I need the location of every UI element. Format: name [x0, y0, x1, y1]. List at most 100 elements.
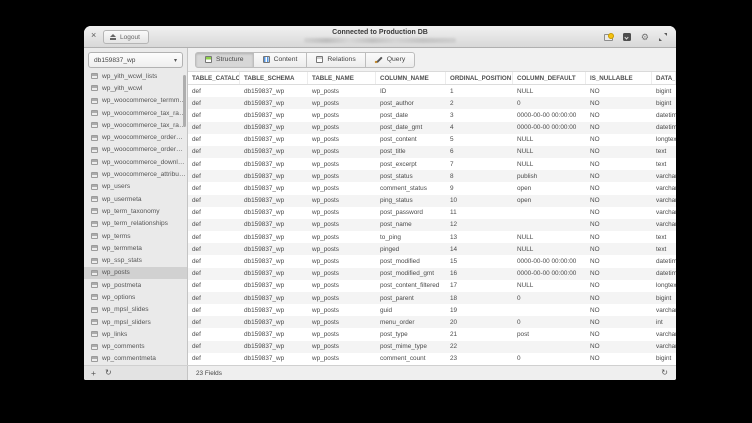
database-selector-value: db159837_wp [94, 57, 135, 64]
table-cell: varchar [652, 173, 676, 180]
table-icon [91, 85, 98, 91]
close-window-button[interactable]: × [91, 31, 96, 40]
sidebar-item-wp_mpsl_slides[interactable]: wp_mpsl_slides [84, 304, 187, 316]
sidebar-item-wp_woocommerce_attribute_taxonomies[interactable]: wp_woocommerce_attribute_taxonomies [84, 168, 187, 180]
table-row[interactable]: defdb159837_wpwp_postspost_modified_gmt1… [188, 268, 676, 280]
table-cell: 9 [446, 185, 513, 192]
table-cell: 0000-00-00 00:00:00 [513, 270, 586, 277]
table-cell: db159837_wp [240, 221, 308, 228]
status-bar: + ↻ 23 Fields ↻ [84, 365, 676, 380]
table-cell: wp_posts [308, 270, 376, 277]
sidebar-item-label: wp_users [102, 183, 130, 190]
sidebar-scrollbar[interactable] [183, 75, 186, 127]
table-icon [91, 135, 98, 141]
sidebar-item-wp_options[interactable]: wp_options [84, 291, 187, 303]
table-row[interactable]: defdb159837_wpwp_postscomment_count230NO… [188, 353, 676, 365]
table-cell: 14 [446, 246, 513, 253]
table-row[interactable]: defdb159837_wpwp_postspost_status8publis… [188, 170, 676, 182]
table-row[interactable]: defdb159837_wpwp_postspost_author20NObig… [188, 97, 676, 109]
table-cell: NO [586, 234, 652, 241]
table-row[interactable]: defdb159837_wpwp_postsmenu_order200NOint [188, 316, 676, 328]
sidebar-item-wp_term_relationships[interactable]: wp_term_relationships [84, 218, 187, 230]
sidebar-item-wp_termmeta[interactable]: wp_termmeta [84, 242, 187, 254]
table-cell: wp_posts [308, 185, 376, 192]
table-cell: wp_posts [308, 209, 376, 216]
fullscreen-icon[interactable] [659, 33, 667, 41]
table-cell: pinged [376, 246, 446, 253]
column-header-is_nullable[interactable]: IS_NULLABLE [586, 72, 652, 84]
sidebar-item-wp_term_taxonomy[interactable]: wp_term_taxonomy [84, 205, 187, 217]
sidebar-item-wp_commentmeta[interactable]: wp_commentmeta [84, 353, 187, 365]
sidebar-item-wp_yith_wcwl[interactable]: wp_yith_wcwl [84, 82, 187, 94]
new-window-badge-icon[interactable] [604, 34, 613, 41]
terminal-icon[interactable] [623, 33, 631, 41]
column-header-table_catalog[interactable]: TABLE_CATALOG [188, 72, 240, 84]
column-header-column_default[interactable]: COLUMN_DEFAULT [513, 72, 586, 84]
logout-button[interactable]: Logout [103, 30, 149, 44]
sidebar-item-wp_woocommerce_termmeta[interactable]: wp_woocommerce_termmeta [84, 95, 187, 107]
titlebar-center: Connected to Production DB [204, 29, 556, 43]
table-row[interactable]: defdb159837_wpwp_postspost_excerpt7NULLN… [188, 158, 676, 170]
table-row[interactable]: defdb159837_wpwp_postspost_date30000-00-… [188, 109, 676, 121]
table-cell: datetime [652, 112, 676, 119]
tab-content[interactable]: Content [253, 52, 308, 68]
table-row[interactable]: defdb159837_wpwp_postspost_content5NULLN… [188, 134, 676, 146]
table-row[interactable]: defdb159837_wpwp_postspost_modified15000… [188, 255, 676, 267]
reload-structure-button[interactable]: ↻ [661, 369, 668, 377]
sidebar-item-wp_woocommerce_order_itemmeta[interactable]: wp_woocommerce_order_itemmeta [84, 144, 187, 156]
column-header-ordinal_position[interactable]: ORDINAL_POSITION [446, 72, 513, 84]
table-row[interactable]: defdb159837_wpwp_postsID1NULLNObigint [188, 85, 676, 97]
sidebar-item-wp_woocommerce_tax_rates[interactable]: wp_woocommerce_tax_rates [84, 119, 187, 131]
table-row[interactable]: defdb159837_wpwp_postspost_type21postNOv… [188, 328, 676, 340]
add-connection-button[interactable]: + [91, 369, 96, 378]
tab-structure[interactable]: Structure [195, 52, 254, 68]
table-row[interactable]: defdb159837_wpwp_postspost_parent180NObi… [188, 292, 676, 304]
table-row[interactable]: defdb159837_wpwp_postscomment_status9ope… [188, 182, 676, 194]
table-cell: wp_posts [308, 112, 376, 119]
sidebar-item-wp_comments[interactable]: wp_comments [84, 341, 187, 353]
table-row[interactable]: defdb159837_wpwp_postsguid19NOvarchar [188, 304, 676, 316]
sidebar-item-wp_woocommerce_tax_rate_locations[interactable]: wp_woocommerce_tax_rate_locations [84, 107, 187, 119]
table-cell: wp_posts [308, 282, 376, 289]
table-cell: wp_posts [308, 161, 376, 168]
table-row[interactable]: defdb159837_wpwp_postspost_mime_type22NO… [188, 341, 676, 353]
table-row[interactable]: defdb159837_wpwp_postsping_status10openN… [188, 195, 676, 207]
sidebar-item-label: wp_terms [102, 233, 131, 240]
table-cell: text [652, 234, 676, 241]
column-header-column_name[interactable]: COLUMN_NAME [376, 72, 446, 84]
sidebar-item-wp_ssp_stats[interactable]: wp_ssp_stats [84, 254, 187, 266]
table-row[interactable]: defdb159837_wpwp_postspost_title6NULLNOt… [188, 146, 676, 158]
table-row[interactable]: defdb159837_wpwp_poststo_ping13NULLNOtex… [188, 231, 676, 243]
table-cell: 6 [446, 148, 513, 155]
table-cell: guid [376, 307, 446, 314]
table-cell: 8 [446, 173, 513, 180]
table-row[interactable]: defdb159837_wpwp_postspost_content_filte… [188, 280, 676, 292]
table-row[interactable]: defdb159837_wpwp_postspost_password11NOv… [188, 207, 676, 219]
sidebar-item-wp_usermeta[interactable]: wp_usermeta [84, 193, 187, 205]
column-header-table_name[interactable]: TABLE_NAME [308, 72, 376, 84]
refresh-tables-button[interactable]: ↻ [105, 369, 112, 377]
table-cell: def [188, 197, 240, 204]
sidebar-item-wp_posts[interactable]: wp_posts [84, 267, 187, 279]
table-cell: wp_posts [308, 307, 376, 314]
sidebar-item-wp_links[interactable]: wp_links [84, 328, 187, 340]
sidebar-item-wp_mpsl_sliders[interactable]: wp_mpsl_sliders [84, 316, 187, 328]
table-cell: db159837_wp [240, 148, 308, 155]
table-row[interactable]: defdb159837_wpwp_postspost_date_gmt40000… [188, 122, 676, 134]
sidebar-item-wp_yith_wcwl_lists[interactable]: wp_yith_wcwl_lists [84, 70, 187, 82]
table-cell: 19 [446, 307, 513, 314]
gear-icon[interactable]: ⚙ [641, 33, 649, 42]
tab-query[interactable]: Query [365, 52, 416, 68]
table-cell: NO [586, 221, 652, 228]
table-row[interactable]: defdb159837_wpwp_postspinged14NULLNOtext [188, 243, 676, 255]
tab-relations[interactable]: Relations [306, 52, 365, 68]
sidebar-item-wp_woocommerce_downloadable_product_permissions[interactable]: wp_woocommerce_downloadable_product_perm… [84, 156, 187, 168]
sidebar-item-wp_terms[interactable]: wp_terms [84, 230, 187, 242]
table-row[interactable]: defdb159837_wpwp_postspost_name12NOvarch… [188, 219, 676, 231]
column-header-table_schema[interactable]: TABLE_SCHEMA [240, 72, 308, 84]
column-header-data_type[interactable]: DATA_TYPE [652, 72, 676, 84]
sidebar-item-wp_woocommerce_order_items[interactable]: wp_woocommerce_order_items [84, 131, 187, 143]
sidebar-item-wp_postmeta[interactable]: wp_postmeta [84, 279, 187, 291]
database-selector[interactable]: db159837_wp ▾ [88, 52, 183, 68]
sidebar-item-wp_users[interactable]: wp_users [84, 181, 187, 193]
